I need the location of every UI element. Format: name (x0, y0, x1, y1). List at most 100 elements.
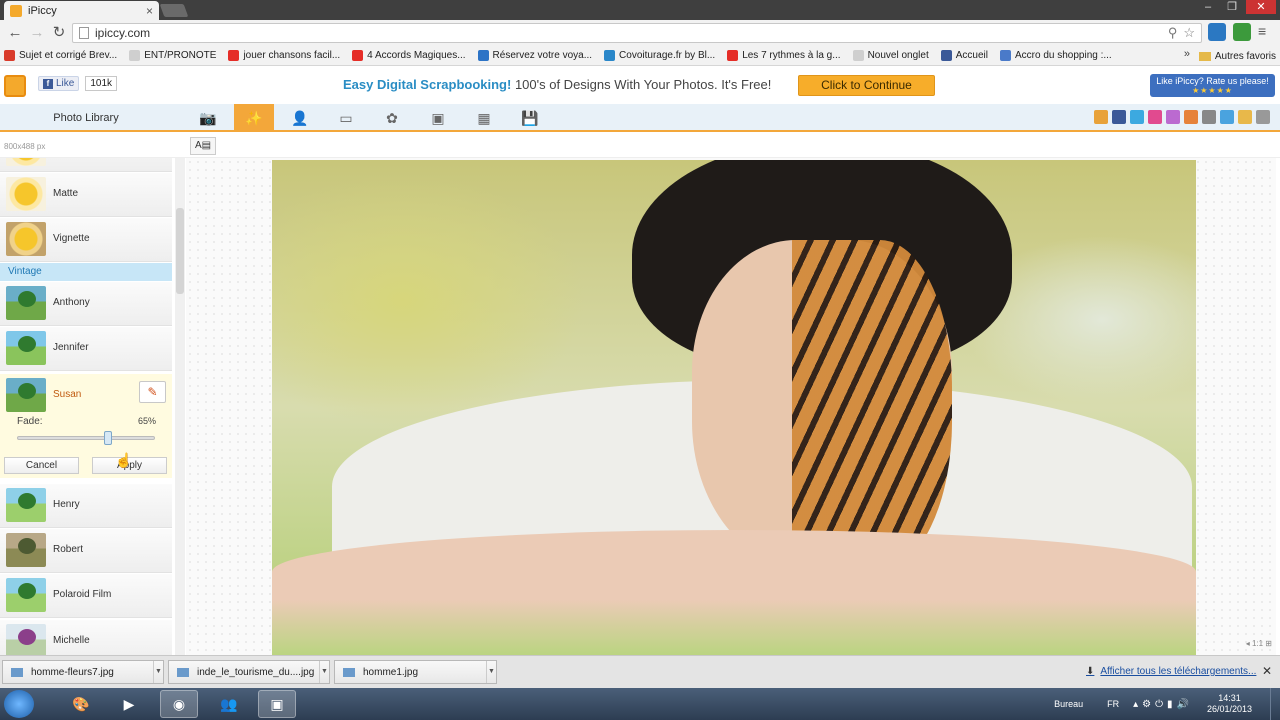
flickr-icon[interactable] (1148, 110, 1162, 124)
sidebar-scrollbar[interactable] (175, 158, 185, 655)
twitter-icon[interactable] (1130, 110, 1144, 124)
desktop-toolbar-label[interactable]: Bureau (1054, 699, 1083, 709)
effect-item-polaroid-film[interactable]: Polaroid Film (0, 574, 172, 618)
camera-icon[interactable]: 📷 (188, 104, 228, 132)
blogger-icon[interactable] (1184, 110, 1198, 124)
back-icon[interactable]: ← (4, 22, 26, 44)
new-tab-button[interactable] (159, 4, 189, 17)
bookmark-item[interactable]: 4 Accords Magiques... (352, 50, 466, 61)
bookmark-item[interactable]: Les 7 rythmes à la g... (727, 50, 841, 61)
messenger-icon[interactable]: 👥 (210, 690, 248, 718)
tray-icons[interactable]: ▴⚙⏻▮🔊 (1133, 699, 1193, 710)
browser-tab[interactable]: iPiccy × (4, 1, 159, 20)
image-file-icon (11, 667, 23, 677)
home-icon[interactable] (1094, 110, 1108, 124)
mouse-cursor-icon: ☝ (115, 452, 133, 468)
media-player-icon[interactable]: ▶ (110, 690, 148, 718)
clock[interactable]: 14:31 26/01/2013 (1207, 693, 1252, 715)
share-icon[interactable] (1220, 110, 1234, 124)
language-indicator[interactable]: FR (1107, 699, 1119, 709)
rate-us-banner[interactable]: Like iPiccy? Rate us please! ★★★★★ (1150, 74, 1275, 97)
tab-close-icon[interactable]: × (146, 4, 153, 18)
browser-toolbar: ← → ↻ ipiccy.com ⚲ ☆ ≡ (0, 20, 1280, 46)
bookmark-item[interactable]: Accueil (940, 50, 988, 61)
other-bookmarks[interactable]: Autres favoris (1198, 46, 1276, 66)
effect-item-henry[interactable]: Henry (0, 484, 172, 528)
effect-item-partial[interactable] (0, 158, 172, 172)
facebook-like[interactable]: f Like 101k (38, 75, 118, 92)
download-item[interactable]: inde_le_tourisme_du....jpg ▼ (168, 660, 330, 684)
minimize-icon[interactable]: – (1198, 0, 1218, 14)
effect-item-vignette[interactable]: Vignette (0, 218, 172, 262)
effect-item-matte[interactable]: Matte (0, 173, 172, 217)
effect-item-michelle[interactable]: Michelle (0, 620, 172, 655)
edited-photo[interactable] (272, 160, 1196, 655)
zoom-icon[interactable]: ⚲ (1168, 25, 1178, 41)
show-all-downloads-link[interactable]: Afficher tous les téléchargements... (1086, 666, 1256, 677)
paint-app-icon[interactable]: 🎨 (62, 690, 100, 718)
sun-vignette-thumbnail-icon (6, 222, 46, 256)
chevron-down-icon[interactable]: ▼ (486, 661, 496, 683)
effect-label: Henry (53, 499, 80, 510)
url-text[interactable]: ipiccy.com (95, 26, 1162, 40)
cancel-button[interactable]: Cancel (4, 457, 79, 474)
bookmark-item[interactable]: Réservez votre voya... (477, 50, 592, 61)
extension-icon[interactable] (1208, 23, 1226, 41)
effect-item-anthony[interactable]: Anthony (0, 282, 172, 326)
start-button[interactable] (4, 690, 34, 718)
photo-library-tab[interactable]: Photo Library (0, 104, 172, 132)
zoom-controls[interactable]: ◂ 1:1 ⊞ (1246, 639, 1272, 648)
like-button[interactable]: f Like (38, 76, 80, 91)
email-icon[interactable] (1238, 110, 1252, 124)
bookmark-item[interactable]: Nouvel onglet (852, 50, 929, 61)
sidebar-scroll-thumb[interactable] (176, 208, 184, 294)
brush-icon[interactable]: ✎ (139, 381, 166, 403)
texture-icon[interactable]: ▦ (464, 104, 504, 132)
fade-control: Fade: 65% (6, 414, 166, 452)
ipiccy-logo[interactable] (4, 75, 26, 97)
text-tool-button[interactable]: A▤ (190, 137, 216, 155)
effect-item-jennifer[interactable]: Jennifer (0, 327, 172, 371)
download-item[interactable]: homme-fleurs7.jpg ▼ (2, 660, 164, 684)
bookmark-label: Accueil (955, 50, 988, 61)
show-desktop-button[interactable] (1270, 688, 1280, 720)
bookmark-item[interactable]: ENT/PRONOTE (129, 50, 216, 61)
stickers-icon[interactable]: ✿ (372, 104, 412, 132)
tumblr-icon[interactable] (1202, 110, 1216, 124)
window-close-icon[interactable]: ✕ (1246, 0, 1276, 14)
chevron-down-icon[interactable]: ▼ (153, 661, 163, 683)
fade-slider[interactable] (17, 431, 155, 445)
bookmarks-more-icon[interactable]: » (1184, 48, 1190, 60)
effect-item-robert[interactable]: Robert (0, 529, 172, 573)
fade-slider-handle[interactable] (103, 431, 112, 445)
maximize-icon[interactable]: ❐ (1222, 0, 1242, 14)
reload-icon[interactable]: ↻ (48, 22, 70, 44)
address-bar[interactable]: ipiccy.com ⚲ ☆ (72, 23, 1202, 43)
bookmark-star-icon[interactable]: ☆ (1183, 25, 1195, 41)
save-icon[interactable]: 💾 (510, 104, 550, 132)
picture-frame-icon[interactable]: ▣ (418, 104, 458, 132)
forward-icon[interactable]: → (26, 22, 48, 44)
stats-extension-icon[interactable] (1233, 23, 1251, 41)
chevron-down-icon[interactable]: ▼ (319, 661, 329, 683)
screen-capture-icon[interactable]: ▣ (258, 690, 296, 718)
menu-icon[interactable]: ≡ (1258, 23, 1276, 41)
facebook-share-icon[interactable] (1112, 110, 1126, 124)
frame-icon[interactable]: ▭ (326, 104, 366, 132)
close-downloads-icon[interactable]: ✕ (1262, 664, 1272, 678)
myspace-icon[interactable] (1166, 110, 1180, 124)
bookmark-label: ENT/PRONOTE (144, 50, 217, 61)
effect-item-susan[interactable]: Susan ✎ Fade: 65% Cancel Apply (0, 374, 172, 478)
bookmark-item[interactable]: jouer chansons facil... (228, 50, 340, 61)
vintage-section-header[interactable]: Vintage (0, 263, 172, 281)
bookmark-item[interactable]: Sujet et corrigé Brev... (4, 50, 117, 61)
bookmark-item[interactable]: Covoiturage.fr by Bl... (604, 50, 715, 61)
settings-icon[interactable] (1256, 110, 1270, 124)
download-item[interactable]: homme1.jpg ▼ (334, 660, 497, 684)
magic-wand-icon[interactable]: ✨ (234, 104, 274, 132)
page-icon (79, 27, 89, 39)
click-to-continue-button[interactable]: Click to Continue (798, 75, 935, 96)
chrome-app-icon[interactable]: ◉ (160, 690, 198, 718)
bookmark-item[interactable]: Accro du shopping :... (999, 50, 1112, 61)
person-icon[interactable]: 👤 (280, 104, 320, 132)
